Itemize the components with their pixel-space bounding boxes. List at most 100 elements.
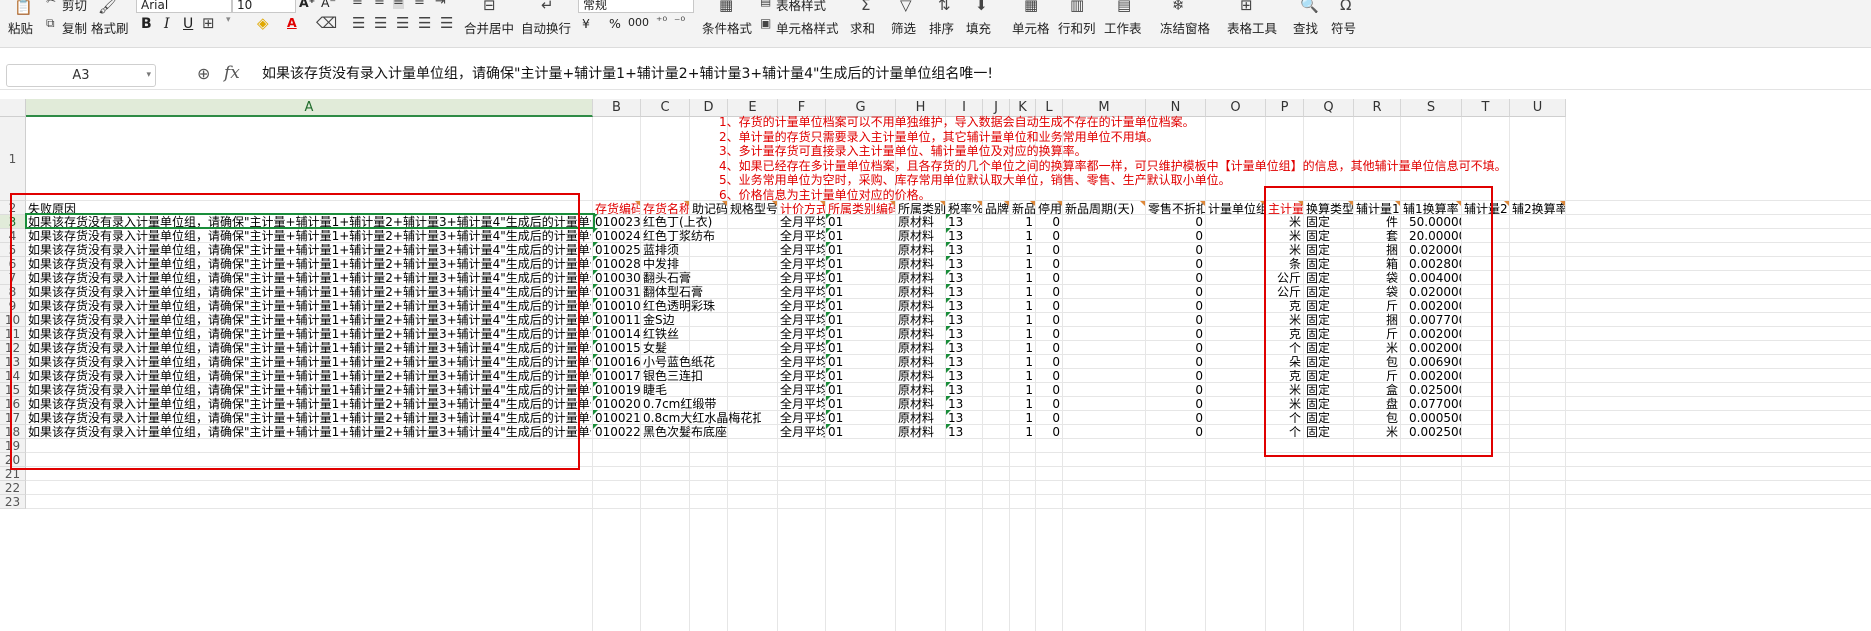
inventory-name-cell[interactable]: 翻头石膏 — [641, 270, 761, 284]
decrease-decimal-icon[interactable]: ⁻⁰ — [674, 14, 685, 28]
new-item-cell[interactable]: 1 — [1010, 382, 1035, 396]
worksheet-button[interactable]: 工作表 — [1104, 18, 1142, 37]
inventory-code-cell[interactable]: 010020 — [593, 396, 640, 410]
header-cell-o[interactable]: 计量单位组 — [1206, 201, 1265, 214]
tax-rate-cell[interactable]: 13 — [946, 270, 982, 284]
filter-icon[interactable]: ▽ — [900, 0, 912, 14]
sum-icon[interactable]: Σ — [861, 0, 870, 14]
table-style-button[interactable]: 表格样式 — [776, 0, 826, 14]
disabled-cell[interactable]: 0 — [1036, 368, 1062, 382]
new-item-cell[interactable]: 1 — [1010, 298, 1035, 312]
column-header-b[interactable]: B — [593, 99, 641, 117]
format-painter-button[interactable]: 格式刷 — [91, 18, 129, 37]
paste-button[interactable]: 粘贴 — [8, 18, 33, 37]
category-code-cell[interactable]: 01 — [826, 382, 895, 396]
worksheet-icon[interactable]: ▤ — [1117, 0, 1131, 14]
new-item-cell[interactable]: 1 — [1010, 312, 1035, 326]
copy-icon[interactable]: ⧉ — [46, 16, 55, 31]
category-cell[interactable]: 原材料 — [896, 256, 945, 270]
fill-button[interactable]: 填充 — [966, 18, 991, 37]
row-col-icon[interactable]: ▥ — [1070, 0, 1084, 14]
tax-rate-cell[interactable]: 13 — [946, 284, 982, 298]
header-cell-n[interactable]: 零售不折扣 — [1146, 201, 1205, 214]
bold-button[interactable]: B — [141, 16, 152, 32]
retail-no-discount-cell[interactable]: 0 — [1146, 214, 1205, 228]
header-cell-m[interactable]: 新品周期(天) — [1063, 201, 1145, 214]
spreadsheet-grid[interactable]: ABCDEFGHIJKLMNOPQRSTU 1 2 3 4 5 6 7 8 9 10 11 12 13 1… — [0, 99, 1871, 631]
filter-button[interactable]: 筛选 — [891, 18, 916, 37]
new-item-cell[interactable]: 1 — [1010, 340, 1035, 354]
disabled-cell[interactable]: 0 — [1036, 214, 1062, 228]
retail-no-discount-cell[interactable]: 0 — [1146, 396, 1205, 410]
align-bottom-icon[interactable]: ≡ — [393, 0, 404, 9]
column-header-u[interactable]: U — [1510, 99, 1566, 117]
symbol-icon[interactable]: Ω — [1340, 0, 1351, 14]
tax-rate-cell[interactable]: 13 — [946, 424, 982, 438]
category-code-cell[interactable]: 01 — [826, 284, 895, 298]
tax-rate-cell[interactable]: 13 — [946, 256, 982, 270]
category-code-cell[interactable]: 01 — [826, 256, 895, 270]
inventory-name-cell[interactable]: 0.8cm大红水晶梅花扣 — [641, 410, 761, 424]
sum-button[interactable]: 求和 — [850, 18, 875, 37]
disabled-cell[interactable]: 0 — [1036, 326, 1062, 340]
header-cell-b[interactable]: 存货编码 — [593, 201, 640, 214]
row-header-1[interactable]: 1 — [0, 117, 26, 201]
grow-font-button[interactable]: A⁺ — [299, 0, 315, 10]
indent-icon[interactable]: ⇥ — [435, 0, 446, 9]
inventory-name-cell[interactable]: 蓝排须 — [641, 242, 761, 256]
valuation-cell[interactable]: 全月平均 — [778, 354, 825, 368]
new-item-cell[interactable]: 1 — [1010, 410, 1035, 424]
freeze-button[interactable]: 冻结窗格 — [1160, 18, 1210, 37]
table-tools-button[interactable]: 表格工具 — [1227, 18, 1277, 37]
category-cell[interactable]: 原材料 — [896, 284, 945, 298]
new-item-cell[interactable]: 1 — [1010, 214, 1035, 228]
category-cell[interactable]: 原材料 — [896, 396, 945, 410]
inventory-code-cell[interactable]: 010010 — [593, 298, 640, 312]
inventory-name-cell[interactable]: 红铁丝 — [641, 326, 761, 340]
inventory-code-cell[interactable]: 010011 — [593, 312, 640, 326]
tax-rate-cell[interactable]: 13 — [946, 214, 982, 228]
valuation-cell[interactable]: 全月平均 — [778, 396, 825, 410]
disabled-cell[interactable]: 0 — [1036, 228, 1062, 242]
shrink-font-button[interactable]: A⁻ — [321, 0, 336, 10]
inventory-name-cell[interactable]: 女髮 — [641, 340, 761, 354]
category-cell[interactable]: 原材料 — [896, 242, 945, 256]
new-item-cell[interactable]: 1 — [1010, 326, 1035, 340]
inventory-name-cell[interactable]: 翻体型石膏 — [641, 284, 761, 298]
new-item-cell[interactable]: 1 — [1010, 396, 1035, 410]
category-cell[interactable]: 原材料 — [896, 410, 945, 424]
valuation-cell[interactable]: 全月平均 — [778, 242, 825, 256]
align-left-icon[interactable]: ☰ — [352, 14, 365, 32]
header-cell-e[interactable]: 规格型号 — [728, 201, 777, 214]
new-item-cell[interactable]: 1 — [1010, 354, 1035, 368]
inventory-name-cell[interactable]: 0.7cm红缎带 — [641, 396, 761, 410]
name-box-dropdown-icon[interactable]: ▾ — [146, 65, 151, 86]
tax-rate-cell[interactable]: 13 — [946, 312, 982, 326]
valuation-cell[interactable]: 全月平均 — [778, 270, 825, 284]
sort-button[interactable]: 排序 — [929, 18, 954, 37]
font-name-select[interactable]: Arial — [136, 0, 232, 13]
sort-icon[interactable]: ⇅ — [938, 0, 951, 14]
new-item-cell[interactable]: 1 — [1010, 228, 1035, 242]
find-icon[interactable]: 🔍 — [1300, 0, 1319, 14]
inventory-name-cell[interactable]: 金S边 — [641, 312, 761, 326]
retail-no-discount-cell[interactable]: 0 — [1146, 256, 1205, 270]
column-header-a[interactable]: A — [26, 99, 593, 117]
disabled-cell[interactable]: 0 — [1036, 256, 1062, 270]
column-header-c[interactable]: C — [641, 99, 690, 117]
valuation-cell[interactable]: 全月平均 — [778, 368, 825, 382]
category-cell[interactable]: 原材料 — [896, 424, 945, 438]
tax-rate-cell[interactable]: 13 — [946, 410, 982, 424]
font-size-select[interactable]: 10 — [232, 0, 296, 13]
cell-style-icon[interactable]: ▣ — [760, 16, 771, 30]
category-code-cell[interactable]: 01 — [826, 228, 895, 242]
tax-rate-cell[interactable]: 13 — [946, 340, 982, 354]
symbol-button[interactable]: 符号 — [1331, 18, 1356, 37]
inventory-code-cell[interactable]: 010014 — [593, 326, 640, 340]
inventory-code-cell[interactable]: 010019 — [593, 382, 640, 396]
distributed-icon[interactable]: ☰ — [440, 14, 453, 32]
cut-button[interactable]: 剪切 — [62, 0, 87, 14]
tax-rate-cell[interactable]: 13 — [946, 298, 982, 312]
disabled-cell[interactable]: 0 — [1036, 312, 1062, 326]
retail-no-discount-cell[interactable]: 0 — [1146, 298, 1205, 312]
